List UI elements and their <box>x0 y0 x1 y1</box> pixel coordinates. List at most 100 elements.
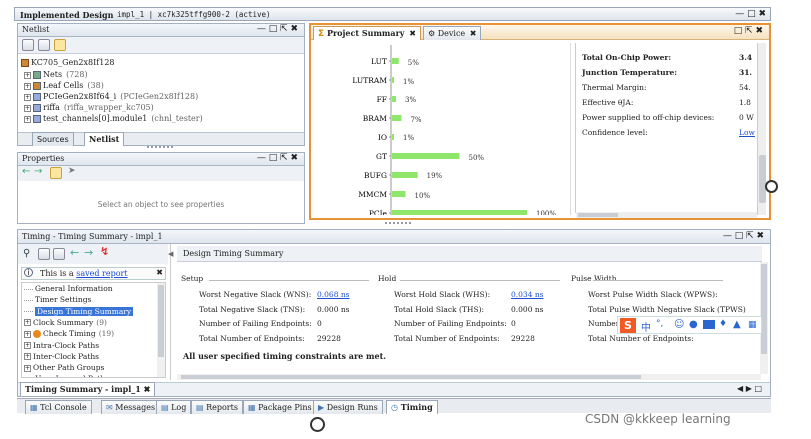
power-label: Thermal Margin: <box>582 83 647 92</box>
prev-icon[interactable]: ← <box>70 246 79 259</box>
status-tab[interactable]: ▦ Tcl Console <box>25 400 92 414</box>
status-tab[interactable]: ▶ Design Runs <box>313 400 383 414</box>
timing-tree-item[interactable]: + Other Path Groups <box>24 363 104 372</box>
project-summary-panel: Σ Project Summary ✖ ⚙ Device ✖ □ ⇱ ✖ LUT… <box>309 23 771 220</box>
collapse-tree-icon[interactable] <box>38 248 50 260</box>
properties-controls[interactable]: — □ ⇱ ✖ <box>257 153 298 163</box>
tab-timing-summary[interactable]: Timing Summary - impl_1 ✖ <box>20 382 156 396</box>
next-icon[interactable]: → <box>84 246 93 259</box>
timing-tree-item[interactable]: General Information <box>24 284 113 293</box>
power-value[interactable]: Low <box>739 128 755 137</box>
sogou-icon[interactable]: S <box>620 318 636 333</box>
netlist-item[interactable]: + riffa (riffa_wrapper_kc705) <box>24 103 154 112</box>
netlist-item[interactable]: + Leaf Cells (38) <box>24 81 104 90</box>
close-info-icon[interactable]: ✖ <box>156 268 163 277</box>
status-tab-icon: ▤ <box>196 403 204 412</box>
splitter-grip-2[interactable] <box>147 146 173 150</box>
tab-device[interactable]: ⚙ Device ✖ <box>423 26 482 40</box>
netlist-item[interactable]: + test_channels[0].module1 (chnl_tester) <box>24 114 203 123</box>
timing-section-header: Setup <box>181 274 204 283</box>
status-tab[interactable]: ✉ Messages <box>101 400 161 414</box>
chart-bar[interactable] <box>392 134 394 140</box>
chart-bar[interactable] <box>392 191 406 197</box>
mic-icon[interactable]: ● <box>689 319 698 330</box>
netlist-item[interactable]: + Nets (728) <box>24 70 88 79</box>
netlist-title: Netlist <box>22 25 50 34</box>
splitter-icon[interactable]: ◀ <box>168 250 173 258</box>
bottom-resize-handle[interactable] <box>310 417 325 432</box>
status-tab[interactable]: ▤ Reports <box>191 400 243 414</box>
timing-tree-item[interactable]: Timer Settings <box>24 295 91 304</box>
panel-controls[interactable]: — □ ⇱ ✖ <box>257 24 298 34</box>
chart-category-label: LUTRAM <box>352 76 387 85</box>
timing-tree: General Information Timer Settings Design … <box>21 282 166 378</box>
timing-panel-controls[interactable]: — □ ⇱ ✖ <box>723 231 764 241</box>
timing-tree-item[interactable]: User Ignored Paths <box>24 374 109 377</box>
chart-bar[interactable] <box>392 115 402 121</box>
shirt-icon[interactable]: ▲ <box>733 319 741 330</box>
properties-tool-icon[interactable] <box>50 167 62 179</box>
saved-report-info: i This is a saved report ✖ <box>21 267 166 280</box>
chart-bar[interactable] <box>392 77 394 83</box>
splitter-grip[interactable] <box>385 222 411 226</box>
tab-netlist[interactable]: Netlist <box>84 132 125 146</box>
timing-tree-item[interactable]: Design Timing Summary <box>24 306 134 316</box>
punct-icon[interactable]: °, <box>656 319 663 329</box>
skin-icon[interactable]: ♦ <box>719 319 727 329</box>
timing-metric-label: Total Hold Slack (THS): <box>394 304 485 314</box>
tab-project-summary[interactable]: Σ Project Summary ✖ <box>313 26 421 40</box>
netlist-root[interactable]: KC705_Gen2x8If128 <box>21 58 115 67</box>
search-icon[interactable]: ⚲ <box>23 248 30 259</box>
chart-bar[interactable] <box>392 58 399 64</box>
timing-metric-value[interactable]: 0.068 ns <box>317 290 350 299</box>
ime-toolbar[interactable]: S 中 °, ☺ ● ♦ ▲ ▦ <box>617 316 762 334</box>
back-icon[interactable]: ← <box>22 166 30 177</box>
ime-chinese-label[interactable]: 中 <box>641 319 651 334</box>
pointer-icon[interactable]: ➤ <box>68 166 76 176</box>
tab-sources[interactable]: Sources <box>32 132 74 146</box>
forward-icon[interactable]: → <box>34 166 42 177</box>
status-tab-icon: ▶ <box>318 403 325 412</box>
window-controls[interactable]: — □ ✖ <box>735 9 766 19</box>
timing-metric-label: Total Number of Endpoints: <box>588 333 694 343</box>
status-tab-icon: ▦ <box>30 403 38 412</box>
tree-scrollbar[interactable] <box>157 283 165 377</box>
chart-bar[interactable] <box>392 210 527 215</box>
status-tab[interactable]: ◷ Timing <box>386 400 438 414</box>
timing-metric-value[interactable]: 0.034 ns <box>511 290 544 299</box>
power-value: 0 W <box>739 113 754 122</box>
grid-icon[interactable]: ▦ <box>748 320 757 330</box>
expand-tree-icon[interactable] <box>53 248 65 260</box>
status-tab[interactable]: ▦ Package Pins <box>243 400 317 414</box>
emoji-icon[interactable]: ☺ <box>674 319 684 330</box>
status-tab-icon: ▤ <box>161 403 169 412</box>
timing-tree-item[interactable]: + Intra-Clock Paths <box>24 341 99 350</box>
timing-metric-label: Total Negative Slack (TNS): <box>199 304 306 314</box>
chart-bar[interactable] <box>392 172 418 178</box>
tool-red-icon[interactable]: ↯ <box>100 245 109 258</box>
timing-metric-value: 29228 <box>317 333 341 343</box>
expand-all-icon[interactable] <box>38 39 50 51</box>
resize-handle[interactable] <box>765 180 778 193</box>
properties-empty-text: Select an object to see properties <box>97 200 225 209</box>
status-tab[interactable]: ▤ Log <box>156 400 192 414</box>
timing-tree-item[interactable]: + Check Timing (19) <box>24 329 114 339</box>
chart-category-label: LUT <box>371 57 387 66</box>
timing-tree-item[interactable]: + Inter-Clock Paths <box>24 352 99 361</box>
chart-category-label: MMCM <box>358 190 387 199</box>
content-hscrollbar[interactable] <box>177 374 761 380</box>
collapse-all-icon[interactable] <box>22 39 34 51</box>
chart-bar[interactable] <box>392 96 397 102</box>
summary-panel-controls[interactable]: □ ⇱ ✖ <box>734 26 763 36</box>
timing-metric-label: Total Number of Endpoints: <box>394 333 500 343</box>
chart-value-label: 1% <box>403 134 414 142</box>
schematic-icon[interactable] <box>54 39 66 51</box>
keyboard-icon[interactable] <box>703 320 715 329</box>
chart-bar[interactable] <box>392 153 460 159</box>
power-label: Confidence level: <box>582 128 648 137</box>
timing-tree-item[interactable]: + Clock Summary (9) <box>24 318 107 327</box>
netlist-item[interactable]: + PCIeGen2x8If64_i (PCIeGen2x8If128) <box>24 92 198 101</box>
tab-nav-icons[interactable]: ◀ ▶ □ <box>737 384 762 393</box>
saved-report-link[interactable]: saved report <box>76 269 127 278</box>
summary-hscrollbar[interactable] <box>576 212 757 218</box>
